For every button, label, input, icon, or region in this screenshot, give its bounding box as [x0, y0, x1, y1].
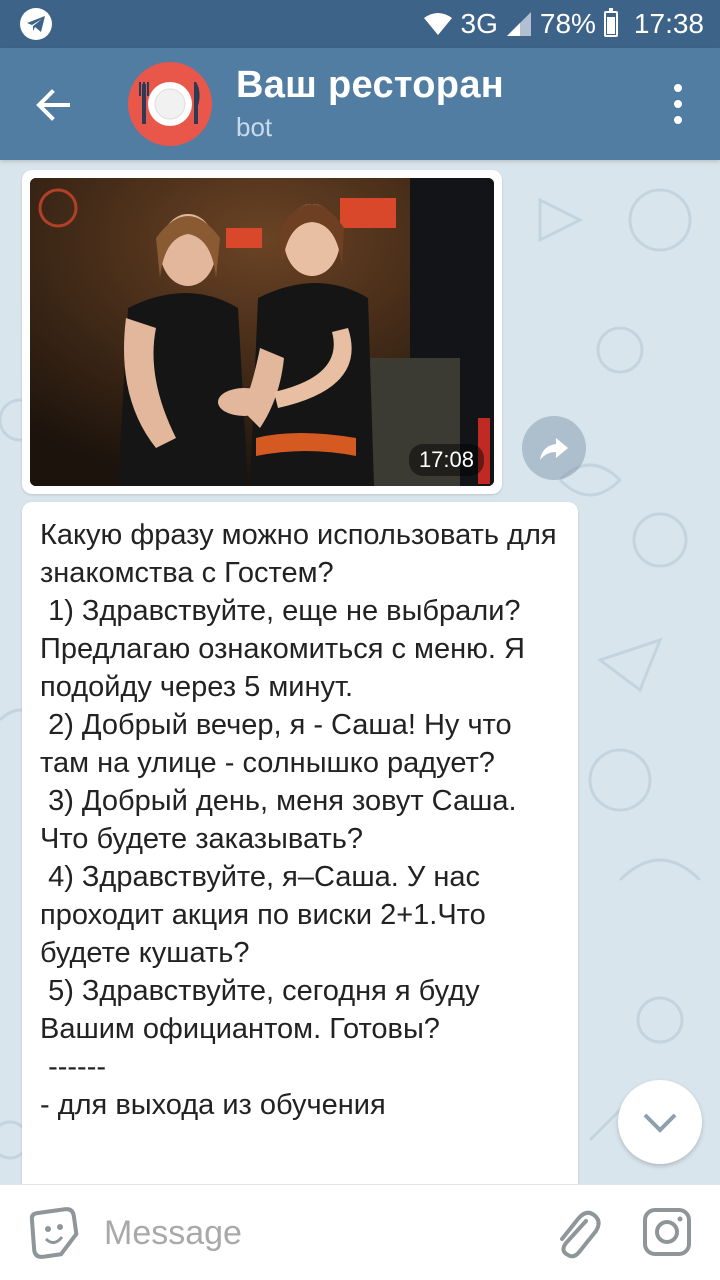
battery-icon — [603, 8, 618, 37]
message-input[interactable] — [104, 1207, 524, 1259]
sticker-icon[interactable] — [28, 1207, 80, 1259]
scroll-down-button[interactable] — [618, 1080, 702, 1164]
message-text: Какую фразу можно использовать для знако… — [40, 519, 557, 1121]
photo-timestamp: 17:08 — [408, 444, 484, 476]
chat-header: Ваш ресторан bot — [0, 48, 720, 160]
more-vert-icon[interactable] — [668, 84, 688, 124]
network-type: 3G — [460, 8, 498, 39]
chat-area[interactable]: 17:08 Какую фразу можно использовать для… — [0, 160, 720, 1184]
back-button[interactable] — [28, 80, 78, 130]
battery-percent: 78% — [539, 8, 596, 39]
photo-message[interactable]: 17:08 — [22, 170, 502, 494]
photo-image — [30, 178, 494, 486]
telegram-icon — [20, 8, 52, 40]
restaurant-plate-avatar — [139, 82, 200, 126]
clock: 17:38 — [633, 8, 704, 39]
paperclip-icon[interactable] — [552, 1207, 602, 1261]
signal-icon — [506, 12, 531, 36]
status-bar: 3G 78% 17:38 — [0, 0, 720, 48]
chevron-down-icon — [643, 1113, 677, 1133]
chat-subtitle: bot — [236, 112, 273, 142]
back-arrow-icon — [36, 89, 70, 121]
share-arrow-icon — [540, 438, 568, 460]
wifi-icon — [423, 13, 452, 35]
restaurant-staff-photo[interactable]: 17:08 — [30, 178, 494, 486]
text-message[interactable]: Какую фразу можно использовать для знако… — [22, 502, 578, 1184]
camera-icon[interactable] — [640, 1205, 694, 1259]
share-button[interactable] — [522, 416, 586, 480]
chat-title[interactable]: Ваш ресторан — [236, 64, 504, 107]
avatar[interactable] — [128, 62, 212, 146]
message-input-bar — [0, 1184, 720, 1280]
